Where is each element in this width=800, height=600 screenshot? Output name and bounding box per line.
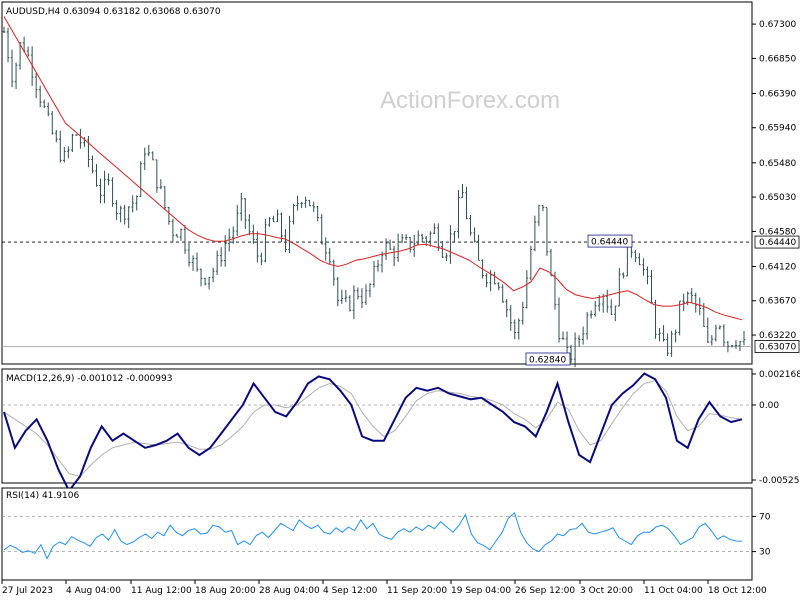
macd-y-tick-label: 0.00 <box>759 401 779 411</box>
current-price-tag: 0.63070 <box>759 342 796 352</box>
rsi-y-tick-label: 30 <box>759 548 771 558</box>
time-tick-label: 11 Oct 04:00 <box>644 586 703 596</box>
time-tick-label: 4 Sep 12:00 <box>323 586 378 596</box>
time-tick-label: 4 Aug 04:00 <box>66 586 121 596</box>
time-tick-label: 27 Jul 2023 <box>2 586 53 596</box>
price-y-tick-label: 0.63220 <box>759 331 796 341</box>
price-pane: AUDUSD,H4 0.63094 0.63182 0.63068 0.6307… <box>1 1 800 368</box>
price-y-tick-label: 0.65030 <box>759 193 796 203</box>
chart-root: AUDUSD,H4 0.63094 0.63182 0.63068 0.6307… <box>1 1 800 596</box>
macd-y-tick-label: -0.00525 <box>759 476 799 486</box>
macd-pane-title: MACD(12,26,9) -0.001012 -0.000993 <box>6 374 172 384</box>
rsi-y-tick-label: 70 <box>759 512 771 522</box>
price-y-tick-label: 0.67300 <box>759 20 796 30</box>
rsi-pane-title: RSI(14) 41.9106 <box>6 491 79 501</box>
price-y-axis: 0.67300 0.66850 0.66390 0.65940 0.65480 0.650… <box>752 20 796 341</box>
time-tick-label: 19 Sep 04:00 <box>451 586 511 596</box>
time-axis: 27 Jul 2023 4 Aug 04:00 11 Aug 12:00 18 Aug… <box>1 580 767 596</box>
macd-y-tick-label: 0.002168 <box>759 370 800 380</box>
macd-pane-frame <box>1 368 753 484</box>
price-pane-frame <box>1 1 753 365</box>
time-tick-label: 18 Aug 20:00 <box>195 586 256 596</box>
watermark: ActionForex.com <box>380 87 560 114</box>
macd-pane: MACD(12,26,9) -0.001012 -0.000993 0.0021… <box>1 368 800 493</box>
rsi-pane: RSI(14) 41.9106 70 30 <box>1 487 771 581</box>
time-tick-label: 3 Oct 20:00 <box>580 586 633 596</box>
time-tick-label: 11 Aug 12:00 <box>131 586 192 596</box>
level-price-tag: 0.64440 <box>759 238 796 248</box>
price-y-tick-label: 0.65940 <box>759 124 796 134</box>
time-tick-label: 11 Sep 20:00 <box>387 586 447 596</box>
price-pane-title: AUDUSD,H4 0.63094 0.63182 0.63068 0.6307… <box>6 7 221 17</box>
level-annotation: 0.64440 <box>591 238 628 248</box>
level-annotation: 0.62840 <box>529 356 566 366</box>
time-tick-label: 28 Aug 04:00 <box>259 586 320 596</box>
rsi-pane-frame <box>1 487 753 581</box>
time-tick-label: 18 Oct 12:00 <box>708 586 767 596</box>
price-y-tick-label: 0.63670 <box>759 297 796 307</box>
time-tick-label: 26 Sep 12:00 <box>515 586 575 596</box>
price-y-tick-label: 0.66850 <box>759 54 796 64</box>
price-y-tick-label: 0.64120 <box>759 262 796 272</box>
price-y-tick-label: 0.66390 <box>759 89 796 99</box>
price-y-tick-label: 0.65480 <box>759 159 796 169</box>
